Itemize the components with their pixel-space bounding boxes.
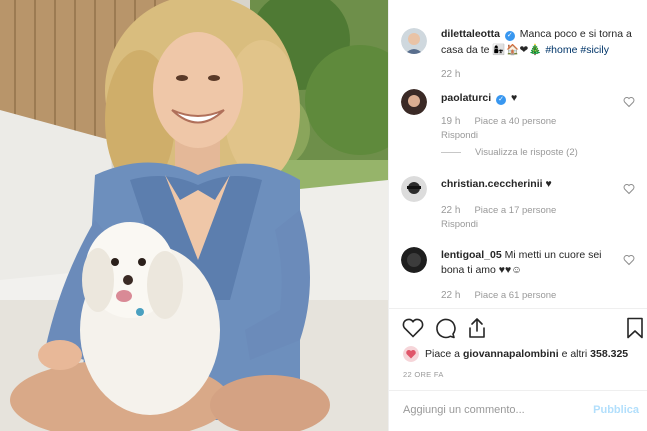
liker-avatar (403, 346, 419, 362)
commenter-avatar[interactable] (401, 247, 427, 273)
share-icon[interactable] (465, 316, 489, 340)
hashtag-sicily[interactable]: #sicily (580, 44, 609, 56)
bookmark-icon[interactable] (623, 316, 647, 340)
comment-input[interactable]: Aggiungi un commento... (403, 404, 525, 416)
comment-1: paolaturci ✓ ♥ (441, 91, 517, 106)
comment-icon[interactable] (433, 316, 457, 340)
divider-line (441, 152, 461, 153)
caption-time: 22 h (441, 69, 461, 80)
comment-3: lentigoal_05 Mi metti un cuore sei bona … (441, 248, 621, 278)
comment-1-text: ♥ (511, 92, 518, 104)
comment-2: christian.ceccherinii ♥ (441, 177, 552, 192)
post-caption: dilettaleotta ✓ Manca poco e si torna a … (441, 26, 641, 58)
likes-suffix: e altri (561, 348, 588, 360)
post-side-panel: dilettaleotta ✓ Manca poco e si torna a … (388, 0, 647, 431)
hashtag-home[interactable]: #home (545, 44, 577, 56)
caption-emoji: 👩‍👧🏠❤🎄 (492, 44, 543, 56)
action-bar (401, 316, 646, 342)
likes-summary[interactable]: Piace a giovannapalombini e altri 358.32… (403, 346, 628, 362)
reply-button[interactable]: Rispondi (441, 130, 478, 141)
likes-user[interactable]: giovannapalombini (463, 348, 559, 360)
comment-2-username[interactable]: christian.ceccherinii (441, 178, 543, 190)
comment-1-username[interactable]: paolaturci (441, 92, 491, 104)
heart-icon[interactable] (623, 96, 635, 108)
author-username[interactable]: dilettaleotta (441, 28, 500, 40)
comment-2-likes[interactable]: Piace a 17 persone (474, 205, 556, 216)
comment-1-likes[interactable]: Piace a 40 persone (474, 116, 556, 127)
comment-3-username[interactable]: lentigoal_05 (441, 249, 502, 261)
heart-icon[interactable] (401, 316, 425, 340)
author-avatar[interactable] (401, 28, 427, 54)
heart-icon[interactable] (623, 183, 635, 195)
view-replies-button[interactable]: Visualizza le risposte (2) (441, 147, 578, 158)
verified-icon: ✓ (496, 95, 507, 105)
reply-button[interactable]: Rispondi (441, 219, 478, 230)
comment-2-text: ♥ (545, 178, 552, 190)
comment-3-likes[interactable]: Piace a 61 persone (474, 290, 556, 301)
posted-ago: 22 ORE FA (403, 370, 444, 379)
section-divider (389, 308, 647, 309)
likes-prefix: Piace a (425, 348, 461, 360)
photo-illustration (0, 0, 388, 431)
commenter-avatar[interactable] (401, 89, 427, 115)
commenter-avatar[interactable] (401, 176, 427, 202)
comment-2-meta: 22 h Piace a 17 persone (441, 205, 557, 216)
likes-count[interactable]: 358.325 (590, 348, 628, 360)
post-photo[interactable] (0, 0, 388, 431)
comment-3-meta: 22 h Piace a 61 persone (441, 290, 557, 301)
publish-button[interactable]: Pubblica (593, 404, 639, 416)
verified-icon: ✓ (504, 31, 515, 41)
view-replies-label: Visualizza le risposte (2) (475, 147, 578, 158)
comment-1-meta: 19 h Piace a 40 persone (441, 116, 557, 127)
heart-icon[interactable] (623, 254, 635, 266)
section-divider (389, 390, 647, 391)
